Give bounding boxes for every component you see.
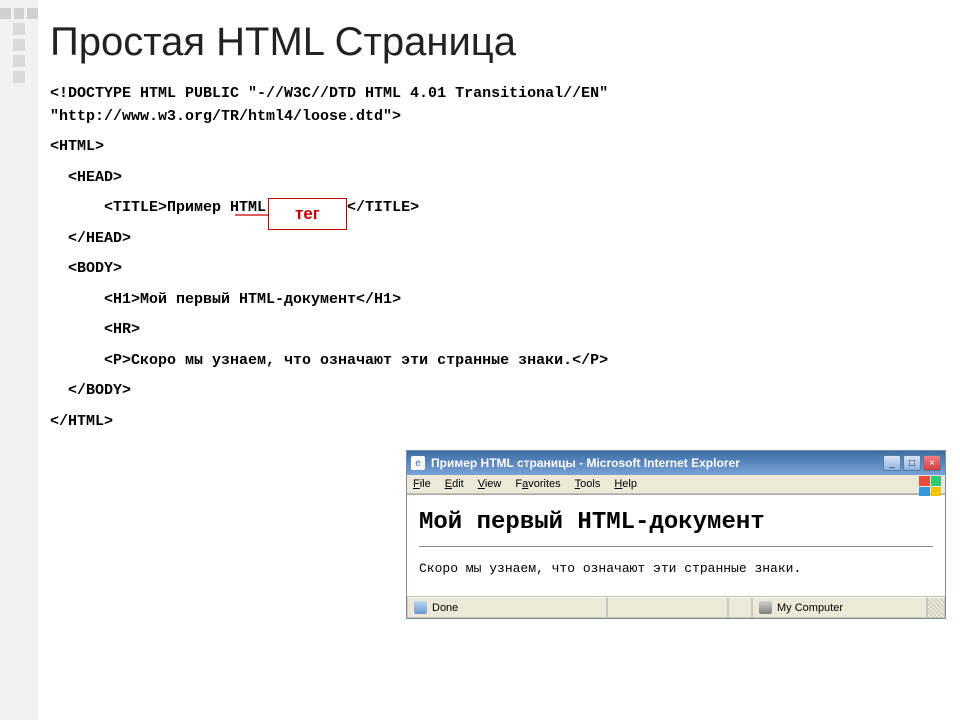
- code-line-head-open: <HEAD>: [50, 167, 946, 190]
- ie-window: e Пример HTML страницы - Microsoft Inter…: [406, 450, 946, 619]
- callout: тег: [268, 198, 347, 230]
- menu-tools[interactable]: Tools: [575, 478, 601, 490]
- windows-flag-icon: [919, 476, 941, 496]
- page-icon: [414, 601, 427, 614]
- menu-file[interactable]: File: [413, 478, 431, 490]
- code-line-h1: <H1>Мой первый HTML-документ</H1>: [50, 289, 946, 312]
- minimize-button[interactable]: _: [883, 455, 901, 471]
- code-line-head-close: </HEAD>: [50, 228, 946, 251]
- code-line-body-close: </BODY>: [50, 380, 946, 403]
- code-line-hr: <HR>: [50, 319, 946, 342]
- callout-connector: [235, 208, 271, 218]
- ie-app-icon: e: [411, 456, 425, 470]
- ie-menubar: File Edit View Favorites Tools Help: [407, 475, 945, 494]
- maximize-button[interactable]: □: [903, 455, 921, 471]
- menu-help[interactable]: Help: [614, 478, 637, 490]
- ie-content-area: Мой первый HTML-документ Скоро мы узнаем…: [407, 494, 945, 596]
- page-hr: [419, 546, 933, 547]
- code-line-title: <TITLE>Пример HTML страницы</TITLE>: [50, 197, 946, 220]
- computer-icon: [759, 601, 772, 614]
- status-sep1: [728, 597, 752, 618]
- code-block: <!DOCTYPE HTML PUBLIC "-//W3C//DTD HTML …: [50, 83, 946, 433]
- ie-titlebar[interactable]: e Пример HTML страницы - Microsoft Inter…: [407, 451, 945, 475]
- status-done: Done: [407, 597, 607, 618]
- status-spacer: [607, 597, 728, 618]
- page-h1: Мой первый HTML-документ: [419, 509, 933, 536]
- page-paragraph: Скоро мы узнаем, что означают эти странн…: [419, 561, 933, 576]
- menu-view[interactable]: View: [478, 478, 502, 490]
- slide-left-strip: [0, 0, 38, 720]
- status-done-text: Done: [432, 602, 458, 614]
- status-zone: My Computer: [752, 597, 927, 618]
- close-button[interactable]: ×: [923, 455, 941, 471]
- code-line-html-close: </HTML>: [50, 411, 946, 434]
- ie-title-text: Пример HTML страницы - Microsoft Interne…: [431, 456, 883, 470]
- callout-label: тег: [268, 198, 347, 230]
- menu-edit[interactable]: Edit: [445, 478, 464, 490]
- code-line-html-open: <HTML>: [50, 136, 946, 159]
- code-line-p: <P>Скоро мы узнаем, что означают эти стр…: [50, 350, 946, 373]
- menu-favorites[interactable]: Favorites: [515, 478, 560, 490]
- ie-statusbar: Done My Computer: [407, 596, 945, 618]
- slide-title: Простая HTML Страница: [50, 20, 946, 65]
- code-line-body-open: <BODY>: [50, 258, 946, 281]
- code-line-doctype: <!DOCTYPE HTML PUBLIC "-//W3C//DTD HTML …: [50, 83, 946, 128]
- status-computer-text: My Computer: [777, 602, 843, 614]
- resize-grip-icon[interactable]: [927, 597, 945, 618]
